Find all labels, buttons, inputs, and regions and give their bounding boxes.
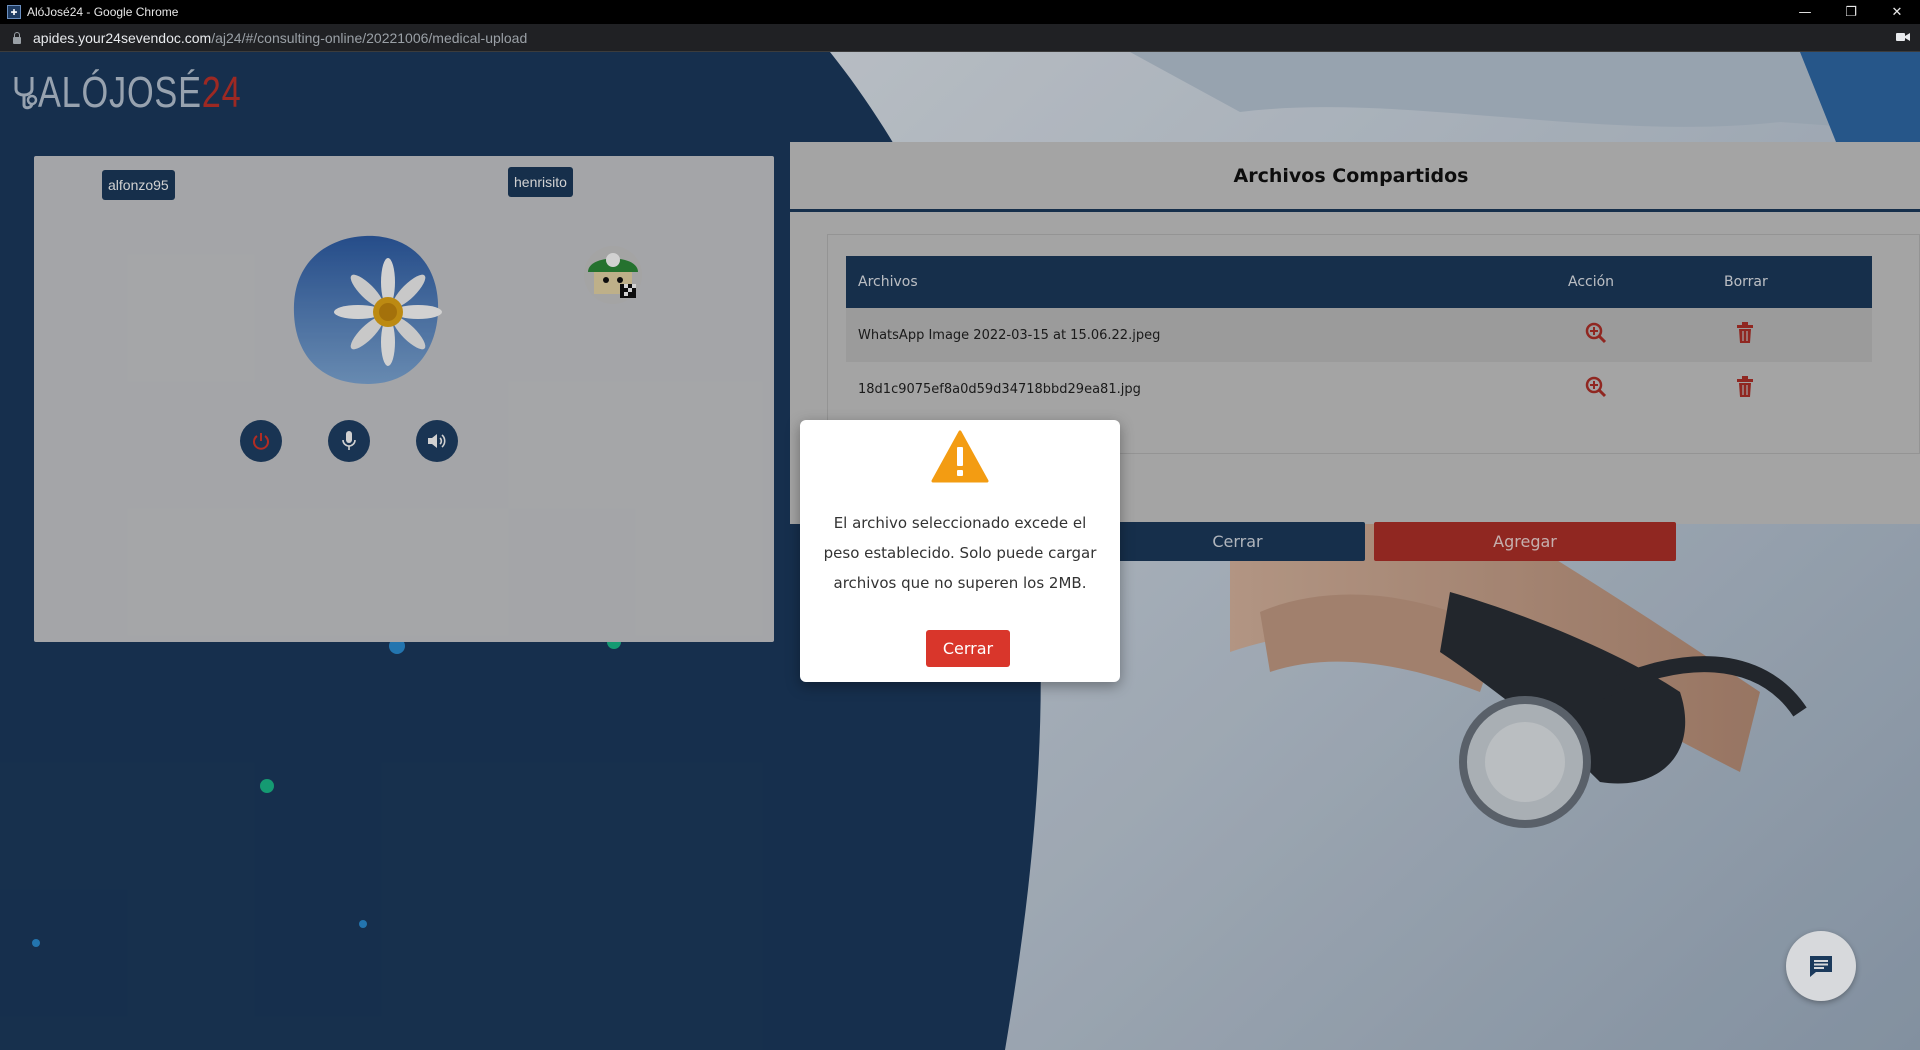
app-page: ALÓJOSÉ24 alfonzo95 henrisito Archivos C… (0, 52, 1920, 1050)
alert-message: El archivo seleccionado excede el peso e… (823, 514, 1097, 592)
file-size-alert-dialog: El archivo seleccionado excede el peso e… (800, 420, 1120, 682)
url-host: apides.your24sevendoc.com (33, 29, 212, 46)
chat-button[interactable] (1786, 931, 1856, 1001)
browser-titlebar: ✚ AlóJosé24 - Google Chrome — ❐ ✕ (0, 0, 1920, 24)
url-path: /aj24/#/consulting-online/20221006/medic… (211, 29, 528, 46)
warning-icon (931, 430, 989, 483)
close-window-icon[interactable]: ✕ (1874, 0, 1920, 24)
minimize-icon[interactable]: — (1782, 0, 1828, 24)
restore-icon[interactable]: ❐ (1828, 0, 1874, 24)
lock-icon[interactable] (12, 31, 22, 44)
address-bar[interactable]: apides.your24sevendoc.com /aj24/#/consul… (0, 24, 1920, 52)
window-controls: — ❐ ✕ (1782, 0, 1920, 24)
camera-icon[interactable] (1896, 32, 1910, 42)
site-favicon-icon: ✚ (7, 5, 21, 19)
chat-icon (1810, 956, 1832, 977)
alert-close-button[interactable]: Cerrar (926, 630, 1010, 667)
window-title: AlóJosé24 - Google Chrome (27, 5, 179, 19)
